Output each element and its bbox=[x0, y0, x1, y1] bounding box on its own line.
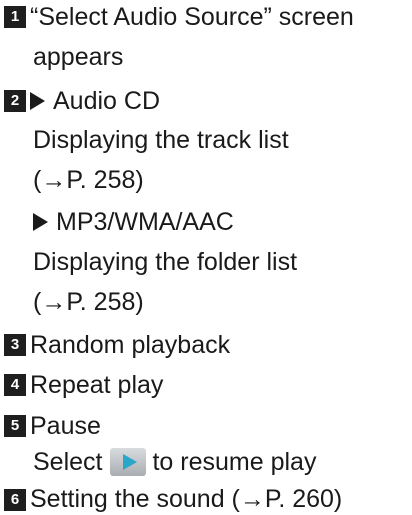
step-badge-5: 5 bbox=[4, 415, 26, 437]
source-mp3-label: MP3/WMA/AAC bbox=[56, 208, 234, 236]
step-5-resume-before: Select bbox=[33, 448, 103, 476]
step-badge-4: 4 bbox=[4, 374, 26, 396]
step-4-text: Repeat play bbox=[30, 371, 164, 399]
triangle-right-icon bbox=[33, 213, 48, 231]
step-1-text: “Select Audio Source” screen bbox=[30, 3, 354, 31]
step-badge-6: 6 bbox=[4, 489, 26, 511]
triangle-right-icon bbox=[30, 92, 45, 110]
step-badge-3: 3 bbox=[4, 334, 26, 356]
step-badge-2: 2 bbox=[4, 90, 26, 112]
step-6-text: Setting the sound (→P. 260) bbox=[30, 485, 343, 513]
source-audio-cd: Audio CD bbox=[30, 86, 160, 116]
step-5-text: Pause bbox=[30, 412, 101, 440]
source-audio-cd-desc: Displaying the track list bbox=[33, 126, 289, 154]
source-mp3-ref: (→P. 258) bbox=[33, 288, 144, 316]
step-5-resume: Select to resume play bbox=[33, 447, 316, 477]
manual-page: 1 “Select Audio Source” screen appears 2… bbox=[0, 0, 412, 515]
step-3-text: Random playback bbox=[30, 331, 231, 359]
source-mp3-desc: Displaying the folder list bbox=[33, 248, 298, 276]
play-icon bbox=[110, 448, 147, 476]
play-triangle bbox=[123, 454, 138, 470]
source-audio-cd-label: Audio CD bbox=[53, 87, 160, 115]
step-5-resume-after: to resume play bbox=[152, 448, 317, 476]
step-badge-1: 1 bbox=[4, 6, 26, 28]
step-1-text-cont: appears bbox=[33, 43, 124, 71]
source-audio-cd-ref: (→P. 258) bbox=[33, 166, 144, 194]
source-mp3: MP3/WMA/AAC bbox=[33, 207, 234, 237]
